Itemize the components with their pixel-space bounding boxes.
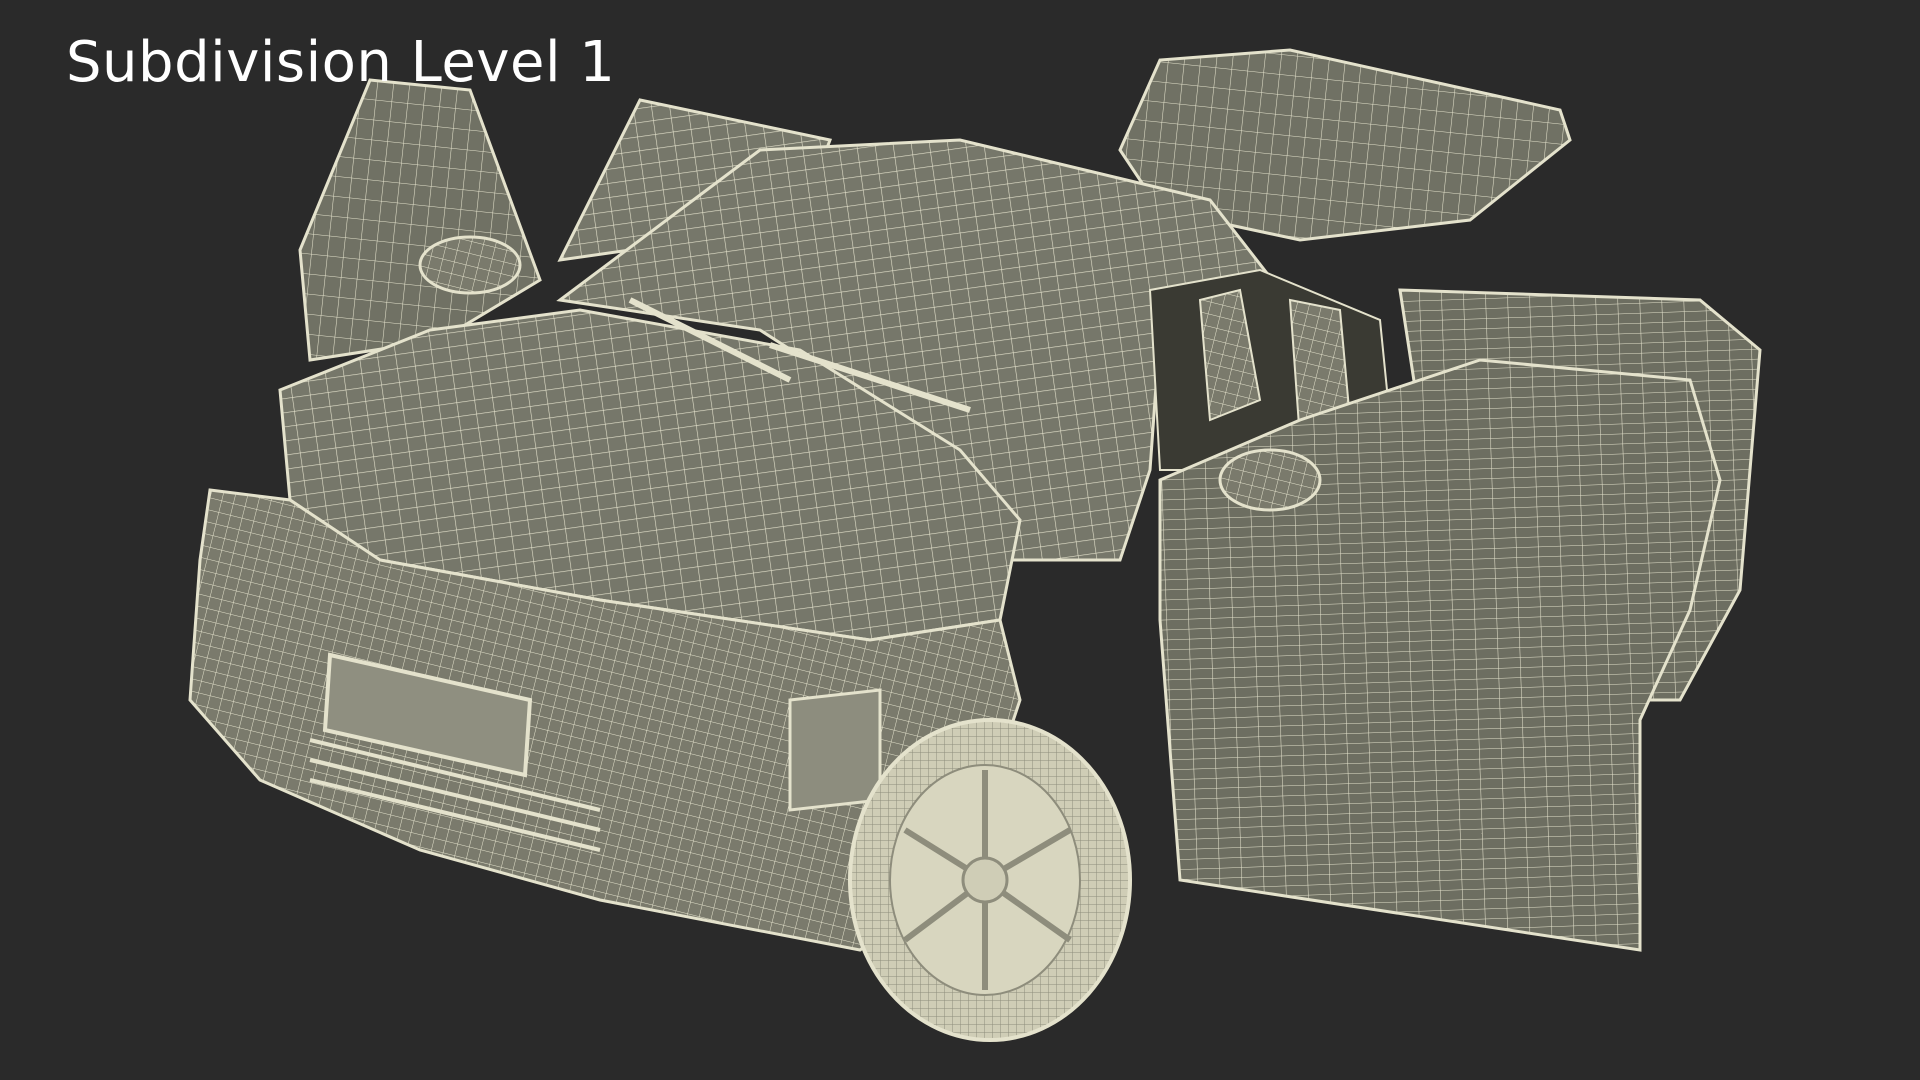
right-front-door (1158, 358, 1722, 952)
car-wireframe (188, 48, 1762, 1042)
subdivision-caption: Subdivision Level 1 (66, 30, 616, 95)
render-viewport: Subdivision Level 1 (0, 0, 1920, 1080)
headlight (788, 688, 882, 812)
left-mirror (418, 235, 522, 295)
right-mirror (1218, 448, 1322, 512)
left-front-door (298, 78, 542, 362)
front-wheel (848, 718, 1132, 1042)
